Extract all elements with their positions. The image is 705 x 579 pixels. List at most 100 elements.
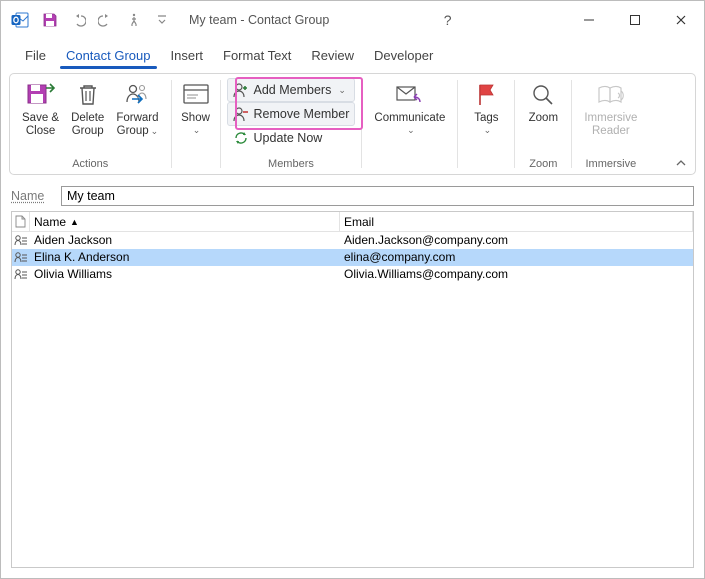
- close-button[interactable]: [658, 5, 704, 35]
- communicate-label: Communicate: [374, 112, 445, 125]
- ribbon-group-show: Show ⌄: [172, 74, 220, 174]
- zoom-button[interactable]: Zoom: [521, 78, 565, 125]
- cell-email: elina@company.com: [340, 250, 693, 264]
- delete-label-1: Delete: [71, 112, 104, 125]
- update-now-button[interactable]: Update Now: [227, 126, 356, 150]
- add-members-label: Add Members: [254, 83, 332, 97]
- remove-member-label: Remove Member: [254, 107, 350, 121]
- grid-header: Name ▲ Email: [12, 212, 693, 232]
- ribbon: Save & Close Delete Group Forward Group⌄…: [9, 73, 696, 175]
- ribbon-group-members: Add Members ⌄ Remove Member Update Now M…: [221, 74, 362, 174]
- header-icon-col[interactable]: [12, 212, 30, 231]
- cell-email: Aiden.Jackson@company.com: [340, 233, 693, 247]
- ribbon-group-zoom: Zoom Zoom: [515, 74, 571, 174]
- window: My team - Contact Group ? File Contact G…: [0, 0, 705, 579]
- group-label-zoom: Zoom: [529, 158, 557, 172]
- name-field-row: Name: [11, 185, 694, 207]
- header-email[interactable]: Email: [340, 212, 693, 231]
- cell-name: Olivia Williams: [30, 267, 340, 281]
- table-row[interactable]: Elina K. Andersonelina@company.com: [12, 249, 693, 266]
- touch-mode-button[interactable]: [121, 7, 147, 33]
- header-name-label: Name: [34, 215, 66, 229]
- cell-email: Olivia.Williams@company.com: [340, 267, 693, 281]
- chevron-down-icon: ⌄: [151, 126, 159, 136]
- update-now-label: Update Now: [254, 131, 323, 145]
- contact-icon: [12, 251, 30, 263]
- envelope-reply-icon: [395, 83, 425, 107]
- cell-name: Elina K. Anderson: [30, 250, 340, 264]
- magnifier-icon: [531, 83, 555, 107]
- chevron-down-icon: ⌄: [193, 125, 201, 135]
- ribbon-group-communicate: Communicate ⌄: [362, 74, 457, 174]
- redo-button[interactable]: [93, 7, 119, 33]
- chevron-down-icon: ⌄: [338, 85, 346, 96]
- sort-asc-icon: ▲: [70, 217, 79, 227]
- save-and-close-button[interactable]: Save & Close: [16, 78, 65, 138]
- save-close-icon: [26, 82, 56, 108]
- contact-icon: [12, 234, 30, 246]
- ribbon-collapse-button[interactable]: [675, 158, 687, 168]
- members-grid: Name ▲ Email Aiden JacksonAiden.Jackson@…: [11, 211, 694, 568]
- chevron-down-icon: ⌄: [484, 125, 492, 135]
- person-minus-icon: [233, 106, 249, 122]
- qat-customize-button[interactable]: [149, 7, 175, 33]
- chevron-down-icon: ⌄: [407, 125, 415, 135]
- name-field-label: Name: [11, 189, 61, 203]
- name-input[interactable]: [61, 186, 694, 206]
- forward-label-1: Forward: [116, 112, 158, 125]
- tags-button[interactable]: Tags ⌄: [464, 78, 508, 136]
- window-controls: [566, 5, 704, 35]
- delete-group-button[interactable]: Delete Group: [65, 78, 110, 138]
- immersive-label-1: Immersive: [584, 112, 637, 125]
- ribbon-group-immersive: Immersive Reader Immersive: [572, 74, 649, 174]
- grid-body[interactable]: Aiden JacksonAiden.Jackson@company.comEl…: [12, 232, 693, 567]
- minimize-button[interactable]: [566, 5, 612, 35]
- header-email-label: Email: [344, 215, 374, 229]
- table-row[interactable]: Olivia WilliamsOlivia.Williams@company.c…: [12, 266, 693, 283]
- ribbon-tabs: File Contact Group Insert Format Text Re…: [1, 39, 704, 69]
- book-speaker-icon: [596, 83, 626, 107]
- forward-label-2: Group: [117, 125, 149, 137]
- immersive-reader-button: Immersive Reader: [578, 78, 643, 138]
- save-button[interactable]: [37, 7, 63, 33]
- trash-icon: [77, 82, 99, 108]
- show-label: Show: [181, 112, 210, 125]
- refresh-icon: [233, 130, 249, 146]
- group-label-members: Members: [268, 158, 314, 172]
- zoom-label: Zoom: [529, 112, 558, 125]
- person-plus-icon: [233, 82, 249, 98]
- ribbon-group-tags: Tags ⌄: [458, 74, 514, 174]
- tab-file[interactable]: File: [17, 43, 54, 69]
- group-label-actions: Actions: [72, 158, 108, 172]
- tab-developer[interactable]: Developer: [366, 43, 441, 69]
- forward-icon: [124, 82, 150, 108]
- ribbon-group-actions: Save & Close Delete Group Forward Group⌄…: [10, 74, 171, 174]
- communicate-button[interactable]: Communicate ⌄: [368, 78, 451, 136]
- tab-format-text[interactable]: Format Text: [215, 43, 299, 69]
- delete-label-2: Group: [72, 125, 104, 138]
- immersive-label-2: Reader: [592, 125, 630, 138]
- tags-label: Tags: [474, 112, 498, 125]
- show-button[interactable]: Show ⌄: [174, 78, 218, 136]
- table-row[interactable]: Aiden JacksonAiden.Jackson@company.com: [12, 232, 693, 249]
- forward-group-button[interactable]: Forward Group⌄: [110, 78, 164, 138]
- card-icon: [182, 83, 210, 107]
- flag-icon: [475, 82, 497, 108]
- tab-insert[interactable]: Insert: [163, 43, 212, 69]
- save-close-label-1: Save &: [22, 112, 59, 125]
- header-name[interactable]: Name ▲: [30, 212, 340, 231]
- add-members-button[interactable]: Add Members ⌄: [227, 78, 356, 102]
- remove-member-button[interactable]: Remove Member: [227, 102, 356, 126]
- outlook-icon: [11, 11, 29, 29]
- contact-icon: [12, 268, 30, 280]
- cell-name: Aiden Jackson: [30, 233, 340, 247]
- page-icon: [15, 215, 26, 228]
- window-title: My team - Contact Group: [189, 13, 329, 27]
- tab-review[interactable]: Review: [303, 43, 362, 69]
- help-button[interactable]: ?: [433, 5, 463, 35]
- quick-access-toolbar: [37, 7, 175, 33]
- undo-button[interactable]: [65, 7, 91, 33]
- tab-contact-group[interactable]: Contact Group: [58, 43, 159, 69]
- maximize-button[interactable]: [612, 5, 658, 35]
- save-close-label-2: Close: [26, 125, 55, 138]
